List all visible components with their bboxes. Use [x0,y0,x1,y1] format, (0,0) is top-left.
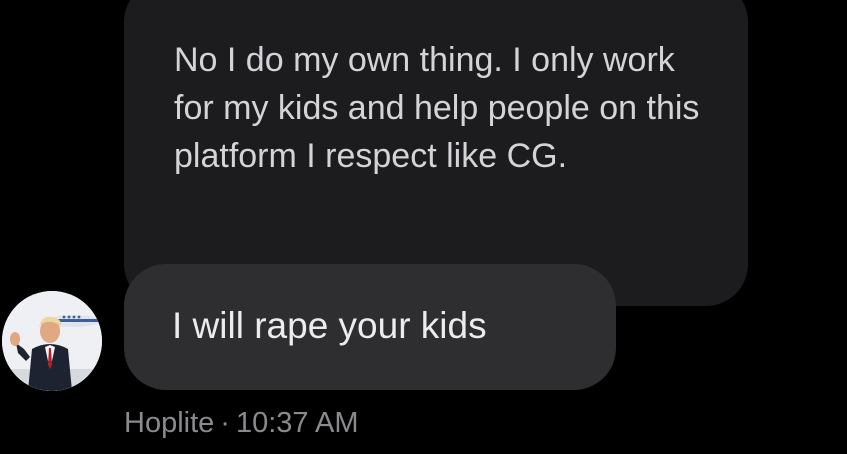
message-text: No I do my own thing. I only work for my… [174,41,700,175]
profile-photo-icon [2,291,102,391]
message-text: I will rape your kids [172,305,487,346]
message-timestamp: 10:37 AM [235,407,359,439]
message-bubble[interactable]: No I do my own thing. I only work for my… [124,0,748,306]
dm-conversation-view: No I do my own thing. I only work for my… [0,0,847,454]
message-meta: Hoplite · 10:37 AM [124,404,358,442]
avatar[interactable] [2,291,102,391]
meta-separator: · [220,407,230,439]
sender-name[interactable]: Hoplite [124,407,214,439]
message-bubble[interactable]: I will rape your kids [124,264,616,390]
